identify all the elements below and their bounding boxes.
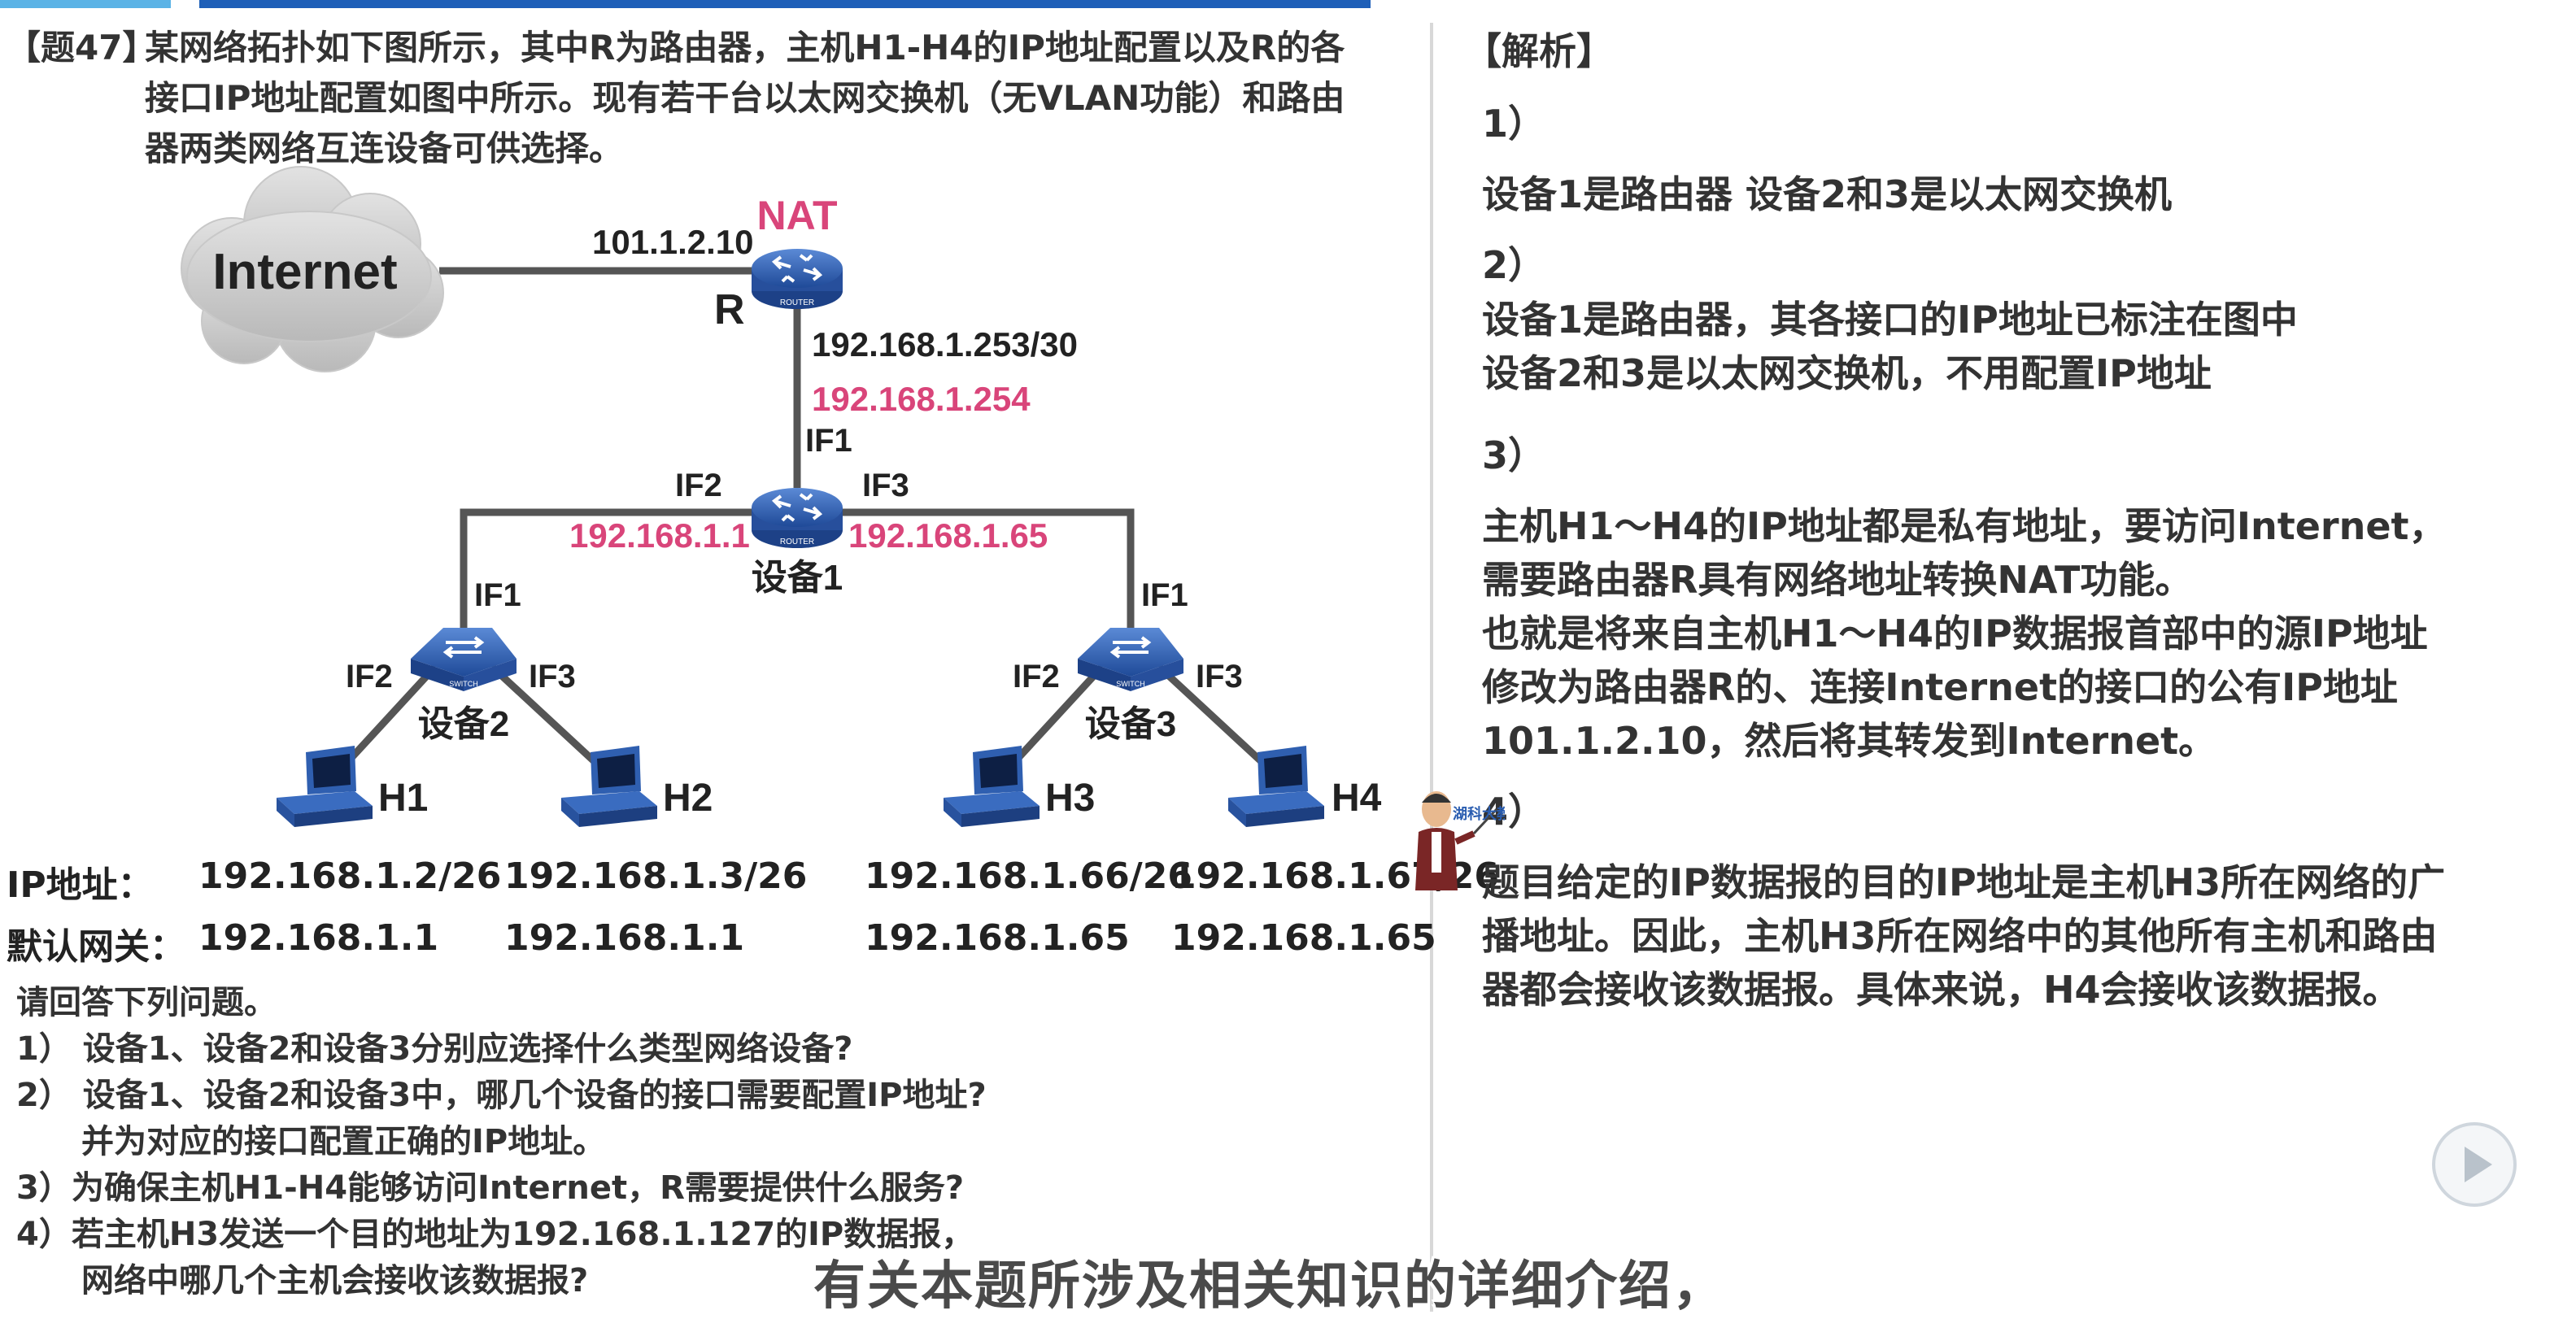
svg-text:SWITCH: SWITCH	[449, 680, 478, 688]
play-button[interactable]	[2432, 1122, 2517, 1207]
gateway-row-label: 默认网关：	[7, 926, 185, 968]
network-topology-diagram: Internet ROUTER NAT R 101.1.2.10 192.168…	[181, 166, 1382, 827]
nat-label: NAT	[756, 193, 837, 238]
answer-title: 【解析】	[1464, 29, 1614, 73]
router-r-label: R	[714, 286, 745, 333]
host-h2-computer-icon	[561, 746, 657, 827]
answer-4-number: 4）	[1482, 790, 1546, 834]
dev3-label: 设备3	[1085, 704, 1176, 744]
device2-switch-icon: SWITCH	[411, 628, 517, 691]
answer-2-text: 设备1是路由器，其各接口的IP地址已标注在图中	[1482, 298, 2298, 342]
svg-text:ROUTER: ROUTER	[780, 538, 814, 546]
svg-text:ROUTER: ROUTER	[780, 298, 814, 307]
dev2-if2-label: IF2	[346, 659, 393, 694]
answer-4-text: 器都会接收该数据报。具体来说，H4会接收该数据报。	[1482, 968, 2400, 1012]
ip-row-label: IP地址：	[7, 864, 154, 906]
answer-3-text: 101.1.2.10，然后将其转发到Internet。	[1482, 719, 2216, 763]
svg-text:SWITCH: SWITCH	[1116, 680, 1145, 688]
r-wan-ip: 101.1.2.10	[592, 223, 754, 261]
question-item: 1） 设备1、设备2和设备3分别应选择什么类型网络设备?	[16, 1030, 853, 1068]
dev3-if1-label: IF1	[1141, 577, 1188, 613]
dev1-label: 设备1	[752, 558, 843, 598]
video-subtitle: 有关本题所涉及相关知识的详细介绍，	[813, 1256, 1726, 1317]
h1-ip: 192.168.1.2/26	[198, 855, 502, 897]
dev3-if2-label: IF2	[1013, 659, 1060, 694]
dev1-if1-ip: 192.168.1.254	[812, 380, 1031, 418]
host-h2-label: H2	[663, 777, 713, 820]
dev2-if3-label: IF3	[529, 659, 576, 694]
answer-3-text: 需要路由器R具有网络地址转换NAT功能。	[1482, 558, 2193, 602]
answer-1-text: 设备1是路由器 设备2和3是以太网交换机	[1482, 172, 2173, 216]
host-h4-computer-icon	[1228, 746, 1324, 827]
device1-router-icon: ROUTER	[752, 488, 843, 548]
host-h3-computer-icon	[944, 746, 1040, 827]
host-h4-label: H4	[1332, 777, 1382, 820]
question-item: 3）为确保主机H1-H4能够访问Internet，R需要提供什么服务?	[16, 1169, 965, 1207]
teacher-avatar-icon: 湖科大教书匠	[1415, 791, 1505, 890]
h2-ip: 192.168.1.3/26	[504, 855, 808, 897]
answer-3-text: 修改为路由器R的、连接Internet的接口的公有IP地址	[1482, 665, 2398, 709]
r-lan-ip: 192.168.1.253/30	[812, 325, 1078, 363]
gateway-row: 默认网关： 192.168.1.1 192.168.1.1 192.168.1.…	[7, 917, 1436, 979]
h2-gateway: 192.168.1.1	[504, 917, 745, 959]
question-item: 2） 设备1、设备2和设备3中，哪几个设备的接口需要配置IP地址?	[16, 1077, 987, 1114]
dev1-if3-ip: 192.168.1.65	[848, 516, 1048, 555]
h4-gateway: 192.168.1.65	[1171, 917, 1436, 959]
dev1-if1-label: IF1	[805, 423, 852, 459]
answer-4-text: 播地址。因此，主机H3所在网络中的其他所有主机和路由	[1482, 914, 2438, 958]
questions-intro: 请回答下列问题。	[16, 984, 277, 1021]
router-r-icon: ROUTER	[752, 249, 843, 309]
answer-3-number: 3）	[1482, 433, 1546, 477]
dev1-if3-label: IF3	[862, 468, 909, 503]
h3-ip: 192.168.1.66/26	[865, 855, 1192, 897]
dev1-if2-label: IF2	[675, 468, 722, 503]
answer-4-text: 题目给定的IP数据报的目的IP地址是主机H3所在网络的广	[1482, 860, 2446, 904]
avatar-sign: 湖科大教书匠	[1453, 805, 1505, 823]
answer-2-text: 设备2和3是以太网交换机，不用配置IP地址	[1482, 351, 2212, 395]
host-h1-computer-icon	[277, 746, 373, 827]
ip-row: IP地址： 192.168.1.2/26 192.168.1.3/26 192.…	[7, 855, 1499, 917]
question-item: 并为对应的接口配置正确的IP地址。	[81, 1123, 606, 1160]
host-h1-label: H1	[378, 777, 428, 820]
cloud-label: Internet	[212, 244, 397, 300]
answer-3-text: 主机H1～H4的IP地址都是私有地址，要访问Internet，	[1482, 504, 2447, 548]
dev1-if2-ip: 192.168.1.1	[569, 516, 750, 555]
h1-gateway: 192.168.1.1	[198, 917, 439, 959]
answer-3-text: 也就是将来自主机H1～H4的IP数据报首部中的源IP地址	[1482, 612, 2428, 655]
answer-1-number: 1）	[1482, 102, 1546, 146]
answer-panel: 【解析】 1） 设备1是路由器 设备2和3是以太网交换机 2） 设备1是路由器，…	[1464, 23, 2554, 1016]
answer-2-number: 2）	[1482, 243, 1546, 287]
dev2-if1-label: IF1	[474, 577, 521, 613]
device3-switch-icon: SWITCH	[1078, 628, 1183, 691]
ip-config-table: IP地址： 192.168.1.2/26 192.168.1.3/26 192.…	[7, 855, 1499, 979]
host-h3-label: H3	[1045, 777, 1095, 820]
dev2-label: 设备2	[418, 704, 509, 744]
internet-cloud: Internet	[181, 166, 444, 372]
h3-gateway: 192.168.1.65	[865, 917, 1130, 959]
dev3-if3-label: IF3	[1196, 659, 1243, 694]
